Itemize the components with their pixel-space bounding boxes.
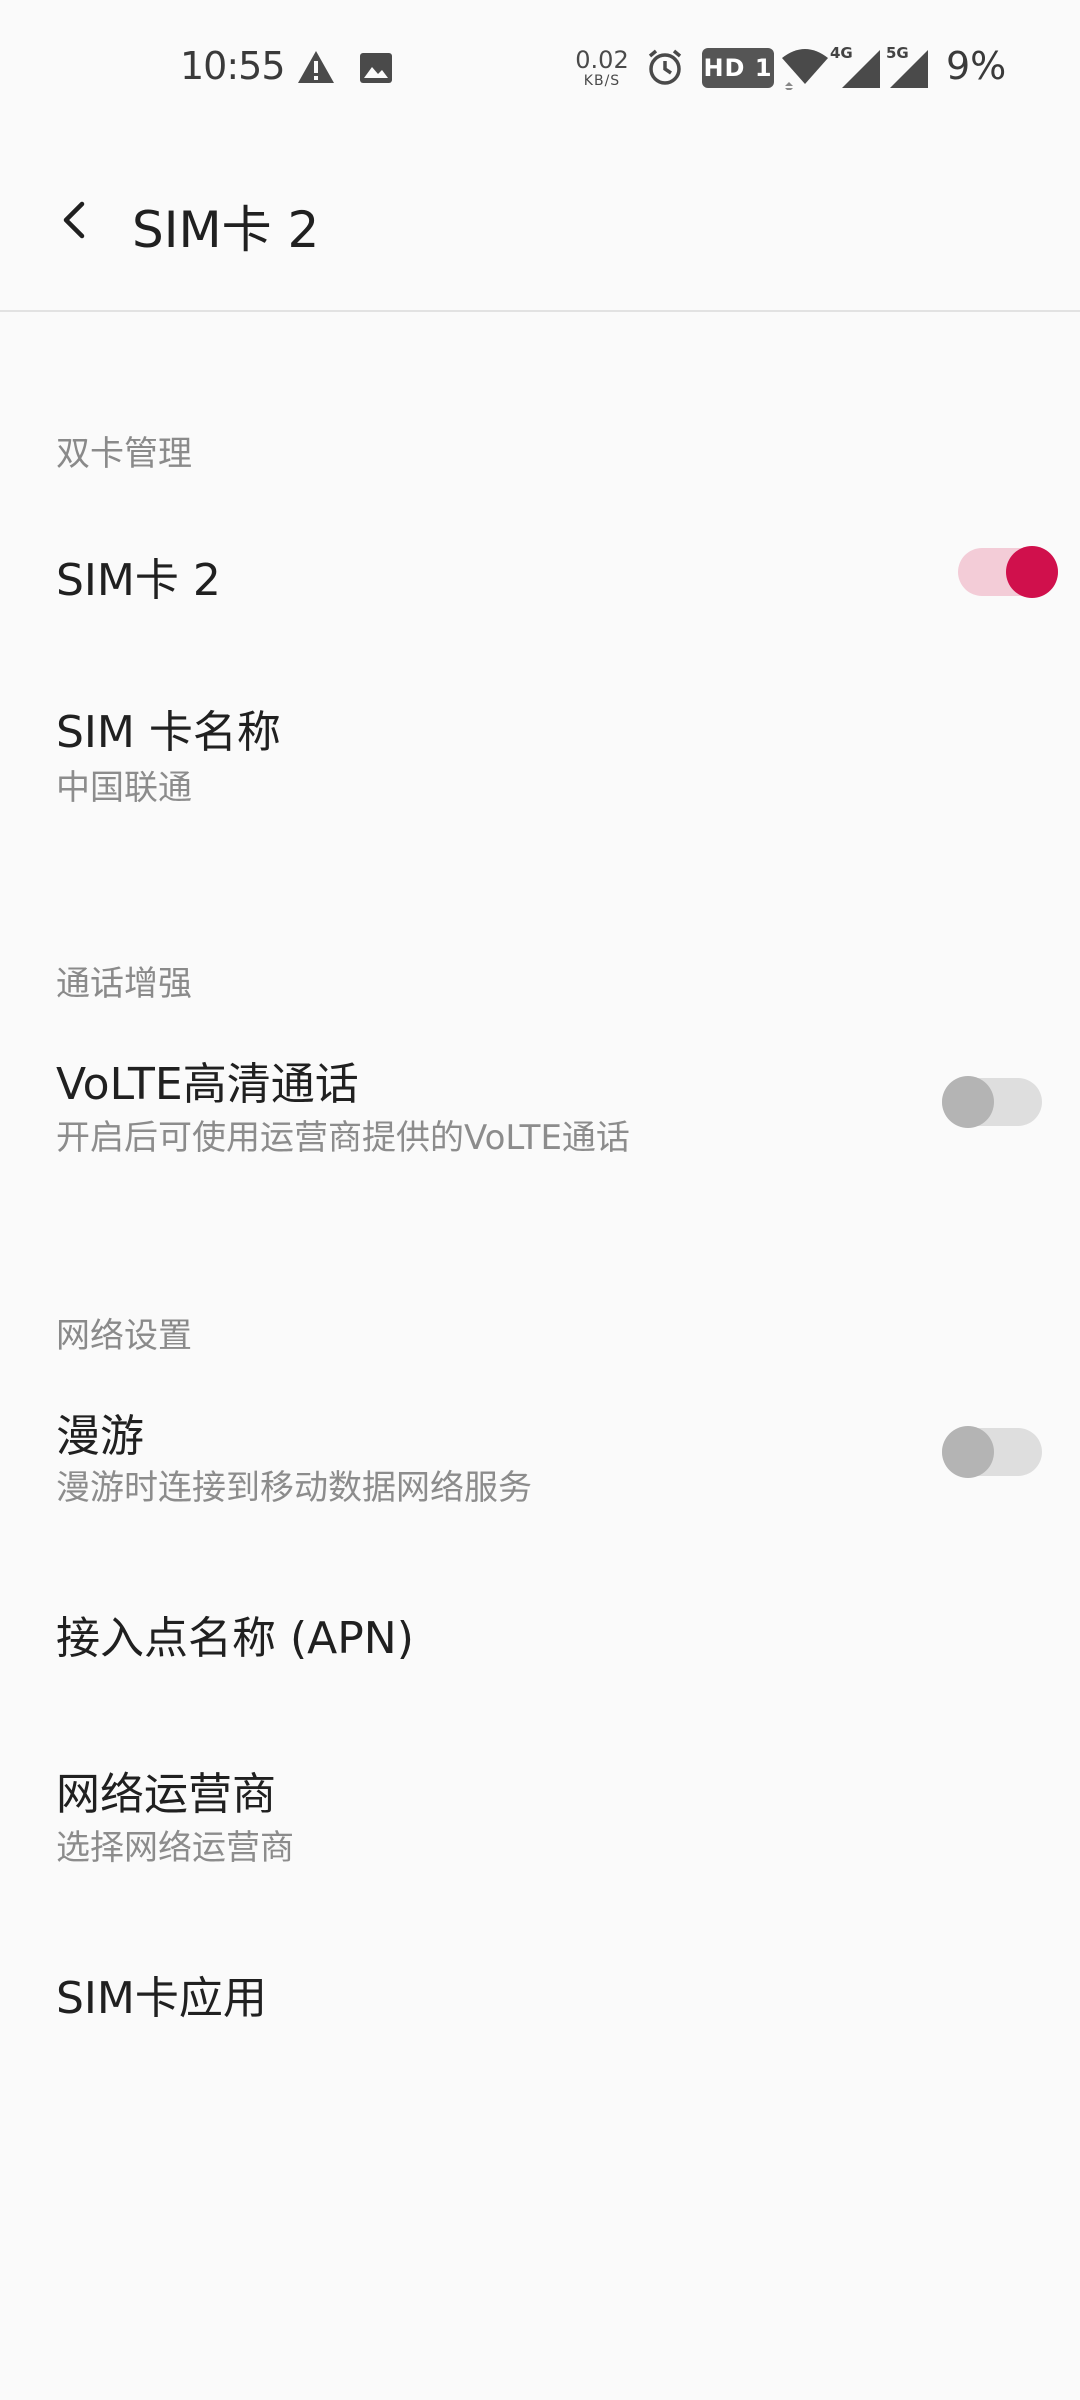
sim-name-value: 中国联通 xyxy=(56,768,192,808)
network-speed: 0.02 KB/S xyxy=(574,48,630,88)
page-title: SIM卡 2 xyxy=(132,201,320,259)
back-button[interactable] xyxy=(44,190,104,250)
network-speed-unit: KB/S xyxy=(583,73,621,89)
apn-title: 接入点名称 (APN) xyxy=(56,1613,414,1664)
battery-percentage: 9% xyxy=(946,44,1007,88)
chevron-left-icon xyxy=(63,201,85,239)
status-time: 10:55 xyxy=(180,44,286,88)
wifi-icon xyxy=(780,46,830,92)
sim2-toggle-title: SIM卡 2 xyxy=(56,555,221,606)
network-speed-value: 0.02 xyxy=(575,46,629,74)
switch-thumb xyxy=(1006,546,1058,598)
alarm-icon xyxy=(646,48,684,86)
section-header-call: 通话增强 xyxy=(56,964,192,1004)
volte-switch[interactable] xyxy=(942,1076,1042,1128)
section-header-dual-sim: 双卡管理 xyxy=(56,434,192,474)
switch-thumb xyxy=(942,1426,994,1478)
volte-title: VoLTE高清通话 xyxy=(56,1059,359,1110)
signal-4g-label: 4G xyxy=(830,44,853,62)
sim-apps-title: SIM卡应用 xyxy=(56,1973,267,2024)
switch-thumb xyxy=(942,1076,994,1128)
sim-name-title: SIM 卡名称 xyxy=(56,707,281,758)
network-operator-summary: 选择网络运营商 xyxy=(56,1828,294,1868)
hd-voice-badge: HD 1 xyxy=(702,48,774,88)
roaming-switch[interactable] xyxy=(942,1426,1042,1478)
roaming-title: 漫游 xyxy=(56,1411,144,1462)
app-bar: SIM卡 2 xyxy=(0,140,1080,312)
section-header-network: 网络设置 xyxy=(56,1316,192,1356)
roaming-summary: 漫游时连接到移动数据网络服务 xyxy=(56,1468,532,1508)
volte-summary: 开启后可使用运营商提供的VoLTE通话 xyxy=(56,1118,630,1158)
sim2-switch[interactable] xyxy=(958,546,1058,598)
signal-5g-label: 5G xyxy=(886,44,909,62)
network-operator-title: 网络运营商 xyxy=(56,1769,276,1820)
warning-icon xyxy=(297,50,335,84)
status-bar: 10:55 0.02 KB/S HD 1 4G 5G 9% xyxy=(0,0,1080,140)
image-icon xyxy=(359,52,393,84)
